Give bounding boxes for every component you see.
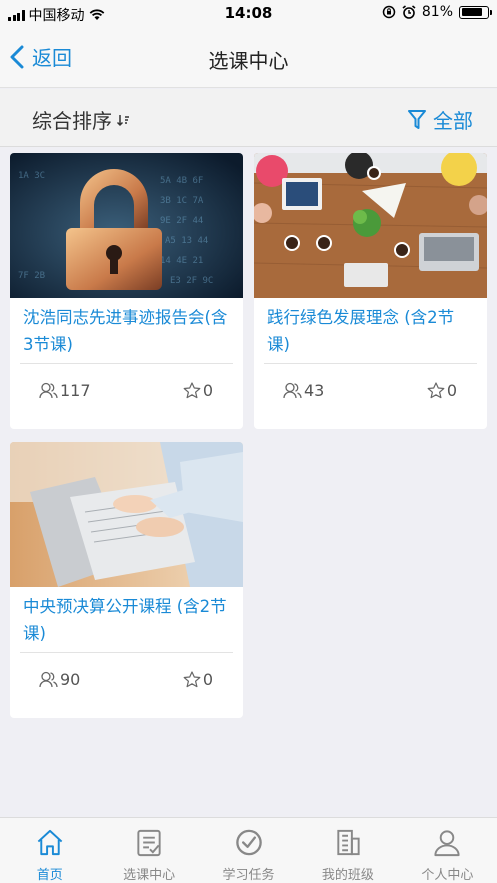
checklist-icon xyxy=(137,829,161,857)
course-stats: 117 0 xyxy=(10,381,243,403)
rotation-lock-icon xyxy=(382,5,396,19)
course-card[interactable]: 践行绿色发展理念 (含2节课) 43 0 xyxy=(254,153,487,429)
favorite-count: 0 xyxy=(202,381,213,400)
home-icon xyxy=(37,829,62,856)
users-icon xyxy=(39,382,58,399)
tab-home[interactable]: 首页 xyxy=(0,818,99,883)
tab-label: 首页 xyxy=(36,868,63,883)
tab-label: 学习任务 xyxy=(222,868,275,883)
course-stats: 90 0 xyxy=(10,670,243,692)
tab-learning-tasks[interactable]: 学习任务 xyxy=(199,818,298,883)
course-image-padlock: 5A 4B 6F 3B 1C 7A 9E 2F 44 A5 13 44 14 4E 2… xyxy=(10,153,243,298)
svg-text:1A 3C: 1A 3C xyxy=(18,171,45,181)
learner-count: 117 xyxy=(39,381,91,400)
sort-label: 综合排序 xyxy=(32,109,112,133)
page-title: 选课中心 xyxy=(208,49,289,73)
divider xyxy=(20,652,233,653)
funnel-icon xyxy=(408,109,426,129)
status-right: 81% xyxy=(382,4,492,20)
course-image-meeting xyxy=(254,153,487,298)
course-title: 践行绿色发展理念 (含2节课) xyxy=(267,308,455,354)
svg-text:A5 13 44: A5 13 44 xyxy=(165,236,208,246)
favorite-count: 0 xyxy=(202,670,213,689)
favorite-button[interactable]: 0 xyxy=(183,670,213,689)
course-image-laptop xyxy=(10,442,243,587)
course-card[interactable]: 中央预决算公开课程 (含2节课) 90 0 xyxy=(10,442,243,718)
favorite-button[interactable]: 0 xyxy=(183,381,213,400)
building-icon xyxy=(337,829,360,856)
course-title: 沈浩同志先进事迹报告会(含3节课) xyxy=(23,308,228,354)
filter-button[interactable]: 全部 xyxy=(407,105,473,134)
status-bar: 中国移动 14:08 81% xyxy=(0,0,497,28)
nav-bar: 返回 选课中心 xyxy=(0,28,497,88)
filter-label: 全部 xyxy=(433,109,473,133)
star-icon xyxy=(427,382,445,399)
star-icon xyxy=(183,382,201,399)
learner-count: 43 xyxy=(283,381,324,400)
learner-count: 90 xyxy=(39,670,80,689)
favorite-count: 0 xyxy=(446,381,457,400)
battery-percent: 81% xyxy=(421,4,453,20)
users-icon xyxy=(283,382,302,399)
sort-button[interactable]: 综合排序 xyxy=(32,105,130,134)
svg-text:14 4E 21: 14 4E 21 xyxy=(160,256,203,266)
alarm-icon xyxy=(402,5,416,19)
course-stats: 43 0 xyxy=(254,381,487,403)
course-title: 中央预决算公开课程 (含2节课) xyxy=(23,597,227,643)
learner-count-value: 90 xyxy=(60,670,81,689)
sort-arrows-icon xyxy=(116,114,129,126)
tab-bar: 首页 选课中心 学习任务 我的班级 个人中心 xyxy=(0,817,497,883)
tab-profile[interactable]: 个人中心 xyxy=(398,818,497,883)
tab-label: 个人中心 xyxy=(421,868,474,883)
tab-my-class[interactable]: 我的班级 xyxy=(298,818,397,883)
tab-label: 我的班级 xyxy=(321,868,374,883)
tab-course-center[interactable]: 选课中心 xyxy=(99,818,198,883)
svg-text:5A 4B 6F: 5A 4B 6F xyxy=(160,176,203,186)
divider xyxy=(264,363,477,364)
star-icon xyxy=(183,671,201,688)
users-icon xyxy=(39,671,58,688)
svg-text:9E 2F 44: 9E 2F 44 xyxy=(160,216,203,226)
learner-count-value: 43 xyxy=(304,381,325,400)
learner-count-value: 117 xyxy=(60,381,91,400)
check-circle-icon xyxy=(235,829,262,856)
course-card[interactable]: 5A 4B 6F 3B 1C 7A 9E 2F 44 A5 13 44 14 4E 2… xyxy=(10,153,243,429)
svg-text:3B 1C 7A: 3B 1C 7A xyxy=(160,196,204,206)
filter-bar: 综合排序 全部 xyxy=(0,89,497,147)
svg-text:E3 2F 9C: E3 2F 9C xyxy=(170,276,213,286)
divider xyxy=(20,363,233,364)
person-icon xyxy=(434,830,460,857)
favorite-button[interactable]: 0 xyxy=(427,381,457,400)
tab-label: 选课中心 xyxy=(123,868,176,883)
svg-text:7F 2B: 7F 2B xyxy=(18,271,45,281)
battery-fill xyxy=(461,8,482,16)
battery-icon xyxy=(459,5,492,19)
